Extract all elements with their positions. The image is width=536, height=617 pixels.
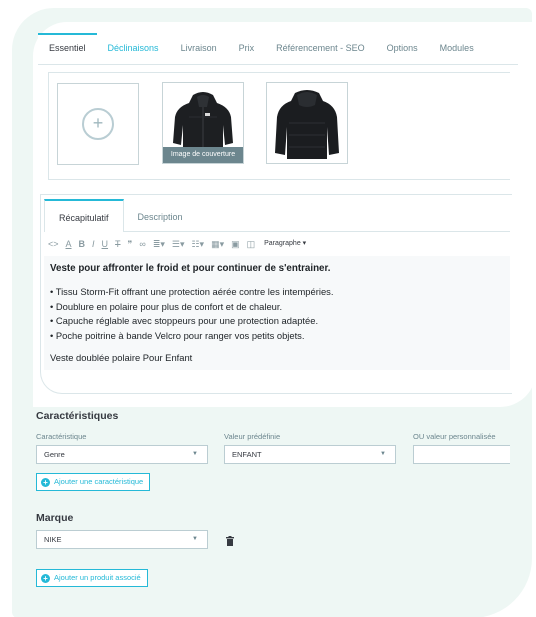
product-tabs: Essentiel Déclinaisons Livraison Prix Ré… — [38, 25, 518, 65]
predefined-value-text: ENFANT — [232, 450, 262, 459]
feature-select-value: Genre — [44, 450, 65, 459]
plus-circle-icon: + — [41, 574, 50, 583]
bullet-list-icon[interactable]: ☰▾ — [172, 238, 185, 250]
tab-essentiel[interactable]: Essentiel — [38, 33, 97, 64]
cover-image-label: Image de couverture — [163, 147, 243, 163]
feature-select[interactable]: Genre ▼ — [36, 445, 208, 464]
summary-headline: Veste pour affronter le froid et pour co… — [50, 263, 331, 274]
bullet-line: • Capuche réglable avec stoppeurs pour u… — [50, 315, 319, 327]
chevron-down-icon: ▼ — [380, 451, 386, 457]
image-icon[interactable]: ▣ — [231, 238, 240, 250]
tab-modules[interactable]: Modules — [429, 43, 485, 64]
brand-select[interactable]: NIKE ▼ — [36, 530, 208, 549]
add-feature-label: Ajouter une caractéristique — [54, 477, 144, 486]
product-image-cover[interactable]: Image de couverture — [162, 82, 244, 164]
tab-livraison[interactable]: Livraison — [170, 43, 228, 64]
table-icon[interactable]: ▦▾ — [211, 238, 224, 250]
product-image-2[interactable] — [266, 82, 348, 164]
align-icon[interactable]: ≣▾ — [153, 238, 165, 250]
bullet-line: • Poche poitrine à bande Velcro pour ran… — [50, 330, 305, 342]
bullet-line: • Doublure en polaire pour plus de confo… — [50, 300, 283, 312]
brand-select-value: NIKE — [44, 535, 62, 544]
editor-toolbar: <> A B I U T ❞ ∞ ≣▾ ☰▾ ☷▾ ▦▾ ▣ ◫ Paragra… — [48, 236, 508, 252]
media-icon[interactable]: ◫ — [247, 238, 256, 250]
tab-seo[interactable]: Référencement - SEO — [265, 43, 376, 64]
text-color-icon[interactable]: A — [66, 238, 72, 250]
bold-icon[interactable]: B — [79, 238, 86, 250]
quote-icon[interactable]: ❞ — [128, 238, 133, 250]
tab-recapitulatif[interactable]: Récapitulatif — [44, 199, 124, 232]
plus-icon: + — [82, 108, 114, 140]
custom-value-input[interactable] — [413, 445, 510, 464]
add-feature-button[interactable]: + Ajouter une caractéristique — [36, 473, 151, 491]
add-related-product-label: Ajouter un produit associé — [54, 573, 141, 582]
paragraph-format-select[interactable]: Paragraphe ▾ — [264, 238, 306, 250]
italic-icon[interactable]: I — [92, 238, 95, 250]
chevron-down-icon: ▼ — [192, 451, 198, 457]
editor-tabs: Récapitulatif Description — [44, 198, 510, 232]
predefined-value-select[interactable]: ENFANT ▼ — [224, 445, 396, 464]
plus-circle-icon: + — [41, 478, 50, 487]
tab-description[interactable]: Description — [124, 212, 197, 231]
jacket-back-image — [275, 90, 339, 159]
code-icon[interactable]: <> — [48, 238, 59, 250]
feature-label: Caractéristique — [36, 432, 87, 441]
summary-tail: Veste doublée polaire Pour Enfant — [50, 351, 193, 363]
predefined-value-label: Valeur prédéfinie — [224, 432, 281, 441]
editor-content[interactable]: Veste pour affronter le froid et pour co… — [44, 256, 510, 370]
custom-value-label: OU valeur personnalisée — [413, 432, 496, 441]
link-icon[interactable]: ∞ — [139, 238, 145, 250]
bullet-line: • Tissu Storm-Fit offrant une protection… — [50, 285, 334, 297]
numbered-list-icon[interactable]: ☷▾ — [191, 238, 204, 250]
tab-declinaisons[interactable]: Déclinaisons — [97, 43, 170, 64]
underline-icon[interactable]: U — [102, 238, 109, 250]
brand-title: Marque — [36, 512, 74, 524]
trash-icon[interactable] — [226, 536, 234, 546]
tab-prix[interactable]: Prix — [228, 43, 266, 64]
chevron-down-icon: ▼ — [192, 536, 198, 542]
tab-options[interactable]: Options — [376, 43, 429, 64]
features-title: Caractéristiques — [36, 410, 119, 422]
add-image-dropzone[interactable]: + — [57, 83, 139, 165]
add-related-product-button[interactable]: + Ajouter un produit associé — [36, 569, 148, 587]
strikethrough-icon[interactable]: T — [115, 238, 121, 250]
